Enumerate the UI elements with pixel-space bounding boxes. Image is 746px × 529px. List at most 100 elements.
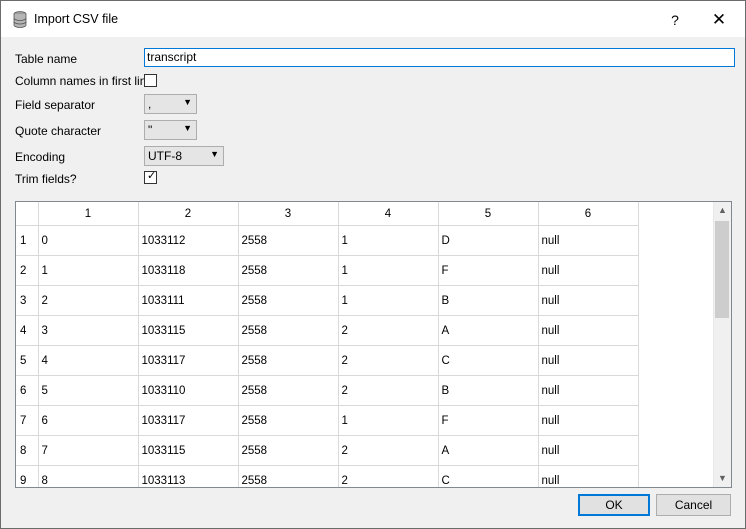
table-row[interactable]: 1 0 1033112 2558 1 Dnull — [16, 225, 639, 256]
table-cell[interactable]: 1 — [338, 225, 439, 256]
table-cell[interactable]: 2558 — [238, 345, 339, 376]
table-cell[interactable]: 2 — [338, 315, 439, 346]
table-cell[interactable]: 2558 — [238, 255, 339, 286]
table-cell[interactable]: 2 — [338, 465, 439, 487]
row-header[interactable]: 9 — [16, 465, 39, 487]
trim-fields-checkbox[interactable]: ✓ — [144, 170, 157, 184]
table-cell[interactable]: 1 — [338, 255, 439, 286]
table-cell[interactable]: 2558 — [238, 285, 339, 316]
preview-table: 1 2 3 4 5 6 1 0 1033112 2558 1 Dnull 2 1 1033118… — [15, 201, 732, 488]
table-cell[interactable]: 1033112 — [138, 225, 239, 256]
table-cell[interactable]: 2558 — [238, 405, 339, 436]
table-cell[interactable]: F — [438, 255, 539, 286]
table-cell[interactable]: 1033110 — [138, 375, 239, 406]
preview-grid: 1 2 3 4 5 6 1 0 1033112 2558 1 Dnull 2 1 1033118… — [16, 202, 639, 487]
table-row[interactable]: 6 5 1033110 2558 2 Bnull — [16, 375, 639, 406]
table-cell[interactable]: B — [438, 375, 539, 406]
ok-button[interactable]: OK — [578, 494, 650, 516]
table-cell[interactable]: A — [438, 435, 539, 466]
table-cell[interactable]: 2 — [338, 435, 439, 466]
checkmark-icon: ✓ — [147, 170, 157, 182]
table-cell[interactable]: 2558 — [238, 225, 339, 256]
table-cell[interactable]: C — [438, 345, 539, 376]
table-cell[interactable]: 6 — [38, 405, 139, 436]
row-header[interactable]: 8 — [16, 435, 39, 466]
table-name-input[interactable]: transcript — [144, 48, 735, 67]
table-cell[interactable]: 1 — [338, 405, 439, 436]
row-header[interactable]: 1 — [16, 225, 39, 256]
table-cell[interactable]: 1033117 — [138, 345, 239, 376]
table-cell[interactable]: 2 — [338, 375, 439, 406]
row-header[interactable]: 5 — [16, 345, 39, 376]
table-row[interactable]: 8 7 1033115 2558 2 Anull — [16, 435, 639, 466]
table-cell[interactable]: 1033111 — [138, 285, 239, 316]
table-cell[interactable]: null — [538, 375, 639, 406]
import-csv-dialog: Import CSV file ? ✕ Table name transcrip… — [0, 0, 746, 529]
table-row[interactable]: 7 6 1033117 2558 1 Fnull — [16, 405, 639, 436]
table-cell[interactable]: null — [538, 405, 639, 436]
table-cell[interactable]: 2 — [38, 285, 139, 316]
table-row[interactable]: 3 2 1033111 2558 1 Bnull — [16, 285, 639, 316]
table-cell[interactable]: null — [538, 255, 639, 286]
chevron-up-icon[interactable]: ▲ — [714, 202, 731, 219]
table-cell[interactable]: B — [438, 285, 539, 316]
table-cell[interactable]: 7 — [38, 435, 139, 466]
table-cell[interactable]: 4 — [38, 345, 139, 376]
table-cell[interactable]: 2558 — [238, 375, 339, 406]
row-header[interactable]: 7 — [16, 405, 39, 436]
column-header[interactable]: 1 — [38, 202, 139, 226]
table-cell[interactable]: null — [538, 465, 639, 487]
row-header[interactable]: 6 — [16, 375, 39, 406]
encoding-select[interactable]: UTF-8 ▼ — [144, 146, 224, 166]
dropdown-arrow-icon: ▼ — [183, 97, 192, 107]
table-cell[interactable]: 2558 — [238, 465, 339, 487]
table-cell[interactable]: 1033117 — [138, 405, 239, 436]
table-cell[interactable]: F — [438, 405, 539, 436]
table-cell[interactable]: 1 — [38, 255, 139, 286]
table-cell[interactable]: 2 — [338, 345, 439, 376]
table-cell[interactable]: 2558 — [238, 435, 339, 466]
row-header[interactable]: 4 — [16, 315, 39, 346]
table-cell[interactable]: C — [438, 465, 539, 487]
table-row[interactable]: 4 3 1033115 2558 2 Anull — [16, 315, 639, 346]
row-header[interactable]: 3 — [16, 285, 39, 316]
table-cell[interactable]: 3 — [38, 315, 139, 346]
column-header[interactable]: 4 — [338, 202, 439, 226]
table-row[interactable]: 5 4 1033117 2558 2 Cnull — [16, 345, 639, 376]
table-cell[interactable]: null — [538, 435, 639, 466]
table-cell[interactable]: 1 — [338, 285, 439, 316]
column-header[interactable]: 3 — [238, 202, 339, 226]
table-cell[interactable]: 8 — [38, 465, 139, 487]
table-cell[interactable]: 5 — [38, 375, 139, 406]
table-cell[interactable]: 0 — [38, 225, 139, 256]
quote-character-value: " — [148, 123, 153, 137]
close-button[interactable]: ✕ — [704, 9, 734, 31]
column-names-label: Column names in first line — [15, 74, 154, 88]
column-header[interactable]: 6 — [538, 202, 639, 226]
table-row[interactable]: 9 8 1033113 2558 2 Cnull — [16, 465, 639, 487]
cancel-button[interactable]: Cancel — [656, 494, 731, 516]
column-header[interactable]: 5 — [438, 202, 539, 226]
field-separator-select[interactable]: , ▼ — [144, 94, 197, 114]
table-cell[interactable]: null — [538, 285, 639, 316]
column-names-checkbox[interactable] — [144, 74, 157, 87]
column-header[interactable]: 2 — [138, 202, 239, 226]
table-cell[interactable]: A — [438, 315, 539, 346]
vertical-scrollbar[interactable]: ▲ ▼ — [713, 202, 731, 487]
row-header[interactable]: 2 — [16, 255, 39, 286]
table-cell[interactable]: null — [538, 345, 639, 376]
table-cell[interactable]: 1033115 — [138, 435, 239, 466]
table-cell[interactable]: 1033115 — [138, 315, 239, 346]
chevron-down-icon[interactable]: ▼ — [714, 470, 731, 487]
table-cell[interactable]: 2558 — [238, 315, 339, 346]
quote-character-select[interactable]: " ▼ — [144, 120, 197, 140]
table-cell[interactable]: null — [538, 225, 639, 256]
help-button[interactable]: ? — [661, 9, 689, 31]
table-cell[interactable]: D — [438, 225, 539, 256]
table-cell[interactable]: 1033118 — [138, 255, 239, 286]
table-cell[interactable]: 1033113 — [138, 465, 239, 487]
table-cell[interactable]: null — [538, 315, 639, 346]
scrollbar-thumb[interactable] — [715, 221, 729, 318]
table-row[interactable]: 2 1 1033118 2558 1 Fnull — [16, 255, 639, 286]
corner-cell — [16, 202, 39, 226]
